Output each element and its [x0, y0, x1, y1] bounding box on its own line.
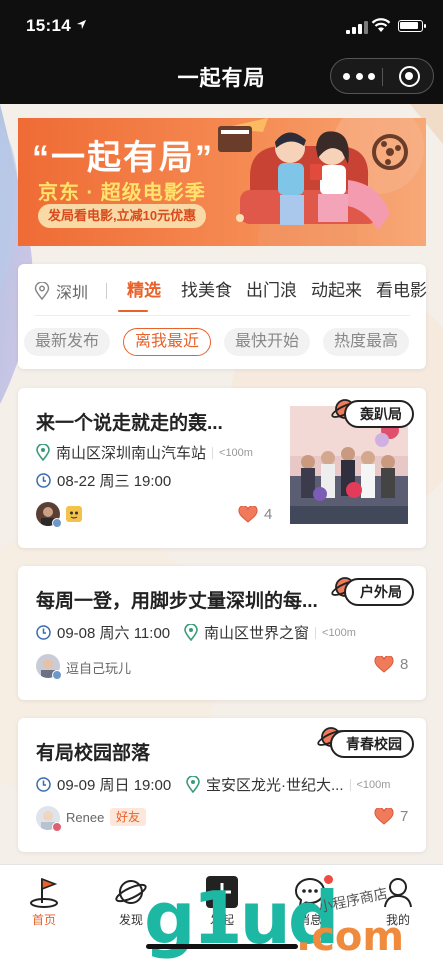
sort-options: 最新发布 离我最近 最快开始 热度最高	[24, 328, 422, 356]
like-number: 7	[400, 808, 409, 825]
gender-male-icon	[52, 670, 62, 680]
user-name: Renee	[66, 810, 105, 825]
card-title: 每周一登，用脚步丈量深圳的每...	[36, 591, 318, 612]
location-text: 南山区深圳南山汽车站	[56, 445, 207, 462]
like-number: 8	[400, 656, 409, 673]
distance-text: <100m	[212, 446, 253, 459]
city-selector[interactable]: 深圳	[34, 278, 88, 304]
like-count[interactable]: 8	[374, 656, 408, 673]
category-tag: 青春校园	[330, 730, 414, 758]
map-pin-icon	[36, 444, 50, 461]
city-label: 深圳	[56, 285, 89, 302]
clock-icon	[36, 777, 51, 792]
status-bar: 15:14	[0, 0, 443, 50]
sort-hottest[interactable]: 热度最高	[323, 328, 410, 356]
gender-male-icon	[52, 518, 62, 528]
battery-icon	[398, 20, 426, 32]
user-name: 逗自己玩儿	[66, 661, 132, 676]
time-text: 09-09 周日 19:00	[57, 777, 172, 794]
miniapp-close-icon[interactable]	[399, 66, 420, 87]
heart-icon	[238, 506, 258, 523]
top-bar: 15:14 一起有局	[0, 0, 443, 104]
location-arrow-icon	[76, 19, 87, 33]
tab-featured[interactable]: 精选	[114, 278, 174, 304]
signal-icon	[346, 20, 368, 34]
activity-card[interactable]: 每周一登，用脚步丈量深圳的每... 09-08 周六 11:00 南山区世界之窗…	[18, 566, 426, 700]
active-tab-underline	[118, 310, 148, 312]
tab-label: 首页	[31, 913, 56, 927]
card-title: 有局校园部落	[36, 743, 151, 764]
golf-flag-icon	[30, 877, 58, 908]
miniapp-capsule	[330, 58, 434, 94]
tab-movies[interactable]: 看电影	[369, 278, 434, 304]
clock-icon	[36, 625, 51, 640]
planet-icon	[115, 880, 147, 904]
friend-badge: 好友	[110, 808, 147, 826]
capsule-divider	[382, 68, 383, 86]
heart-icon	[374, 656, 394, 673]
card-title: 来一个说走就走的轰...	[36, 413, 223, 434]
banner-title: “一起有局”	[32, 139, 214, 177]
card-location: 南山区世界之窗 <100m	[184, 622, 356, 643]
more-dots-icon[interactable]	[343, 68, 375, 84]
like-count[interactable]: 4	[238, 506, 272, 523]
location-text: 宝安区龙光·世纪大...	[206, 777, 344, 794]
promo-banner[interactable]: “一起有局” 京东 · 超级电影季 发局看电影,立减10元优惠	[18, 118, 426, 246]
time-text: 08-22 周三 19:00	[57, 473, 172, 490]
banner-tag: 发局看电影,立减10元优惠	[38, 204, 207, 228]
activity-card[interactable]: 有局校园部落 09-09 周日 19:00 宝安区龙光·世纪大... <100m…	[18, 718, 426, 852]
gender-female-icon	[52, 822, 62, 832]
card-time: 09-08 周六 11:00	[36, 622, 170, 643]
card-time: 09-09 周日 19:00	[36, 774, 171, 795]
card-location: 南山区深圳南山汽车站 <100m	[36, 442, 253, 463]
heart-icon	[374, 808, 394, 825]
clock-icon	[36, 473, 51, 488]
time-text: 09-08 周六 11:00	[57, 625, 171, 642]
tab-sports[interactable]: 动起来	[304, 278, 369, 304]
home-indicator	[146, 944, 298, 949]
category-tag: 轰趴局	[344, 400, 414, 428]
map-pin-icon	[34, 282, 50, 300]
filter-divider	[34, 315, 410, 316]
distance-text: <100m	[315, 626, 356, 639]
tab-outing[interactable]: 出门浪	[239, 278, 304, 304]
sort-newest[interactable]: 最新发布	[24, 328, 111, 356]
activity-card[interactable]: 来一个说走就走的轰... 南山区深圳南山汽车站 <100m 08-22 周三 1…	[18, 388, 426, 548]
distance-text: <100m	[349, 778, 390, 791]
card-location: 宝安区龙光·世纪大... <100m	[186, 774, 390, 795]
banner-indicator	[236, 214, 244, 222]
category-tabs: 精选 找美食 出门浪 动起来 看电影	[114, 278, 434, 304]
avatar[interactable]	[66, 506, 82, 522]
banner-subtitle: 京东 · 超级电影季	[38, 182, 206, 204]
city-divider	[106, 283, 107, 299]
map-pin-icon	[186, 776, 200, 793]
map-pin-icon	[184, 624, 198, 641]
filter-panel: 深圳 精选 找美食 出门浪 动起来 看电影 最新发布 离我最近 最快开始 热度最…	[18, 264, 427, 369]
status-time: 15:14	[26, 16, 71, 35]
card-time: 08-22 周三 19:00	[36, 470, 171, 491]
location-text: 南山区世界之窗	[204, 625, 310, 642]
like-count[interactable]: 7	[374, 808, 408, 825]
wifi-icon	[371, 17, 391, 33]
category-tag: 户外局	[344, 578, 414, 606]
sort-nearest[interactable]: 离我最近	[123, 328, 212, 356]
like-number: 4	[264, 506, 273, 523]
watermark-domain: .com	[296, 914, 405, 960]
tab-food[interactable]: 找美食	[174, 278, 239, 304]
sort-soonest[interactable]: 最快开始	[224, 328, 311, 356]
